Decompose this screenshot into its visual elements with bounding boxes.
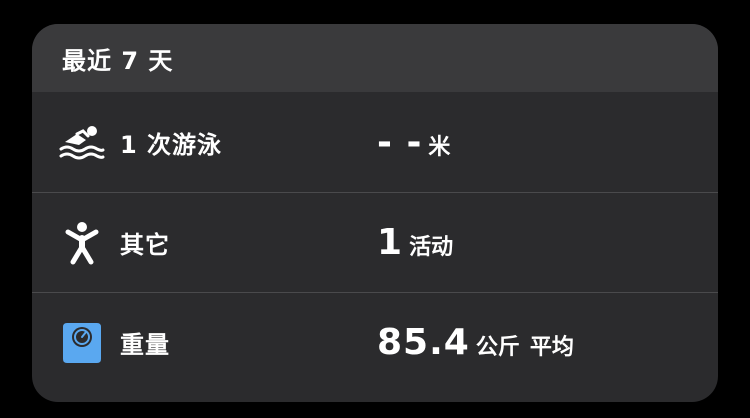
row-label-weight: 重量 <box>120 331 170 359</box>
swimmer-icon <box>58 118 106 166</box>
list-item-weight[interactable]: 重量 85.4 公斤 平均 <box>32 292 718 392</box>
row-label-swim: 1 次游泳 <box>120 130 223 159</box>
swim-distance-unit: 米 <box>428 134 451 160</box>
weight-value: 85.4 <box>377 322 470 363</box>
row-value-swim: - - 米 <box>377 122 450 163</box>
activity-person-icon <box>58 219 106 267</box>
row-value-other: 1 活动 <box>377 222 453 263</box>
row-value-weight: 85.4 公斤 平均 <box>377 322 574 363</box>
other-activity-unit: 活动 <box>409 235 454 260</box>
card-title: 最近 7 天 <box>62 46 174 75</box>
weight-average-label: 平均 <box>529 335 574 360</box>
other-activity-count: 1 <box>377 222 404 263</box>
summary-card: 最近 7 天 1 次游泳 - - 米 其它 1 活动 重量 85.4 公斤 平均 <box>32 24 718 402</box>
weight-scale-icon <box>58 319 106 367</box>
card-header: 最近 7 天 <box>32 24 718 92</box>
list-item-swim[interactable]: 1 次游泳 - - 米 <box>32 92 718 192</box>
weight-unit: 公斤 <box>475 335 520 360</box>
swim-distance-value: - - <box>377 121 423 163</box>
list-item-other[interactable]: 其它 1 活动 <box>32 192 718 292</box>
row-label-other: 其它 <box>120 231 170 259</box>
